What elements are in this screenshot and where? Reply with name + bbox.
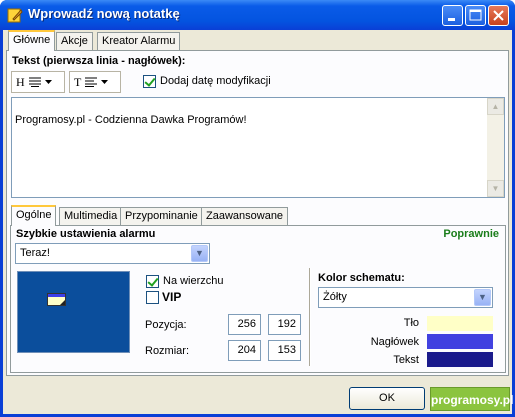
scheme-text-label: Tekst: [393, 354, 419, 366]
client-area: Główne Akcje Kreator Alarmu Tekst (pierw…: [3, 30, 512, 414]
note-pencil-icon: [7, 8, 23, 23]
alarm-select-value: Teraz!: [20, 247, 50, 259]
divider: [309, 268, 311, 366]
window-title: Wprowadź nową notatkę: [28, 6, 180, 21]
scheme-header-swatch[interactable]: [427, 334, 493, 349]
minimize-icon: [448, 18, 455, 21]
position-label: Pozycja:: [145, 319, 187, 331]
close-button[interactable]: [488, 5, 509, 26]
chevron-down-icon[interactable]: ▼: [191, 245, 208, 262]
size-height-input[interactable]: 153: [268, 340, 301, 361]
on-top-checkbox[interactable]: [146, 275, 159, 288]
scheme-text-swatch[interactable]: [427, 352, 493, 367]
scheme-heading: Kolor schematu:: [318, 272, 405, 284]
scheme-header-label: Nagłówek: [370, 336, 419, 348]
watermark-logo: programosy.pl: [430, 387, 513, 411]
scheme-bg-label: Tło: [403, 317, 419, 329]
chevron-down-icon[interactable]: ▼: [474, 289, 491, 306]
ok-button[interactable]: OK: [349, 387, 425, 410]
add-date-checkbox[interactable]: [143, 75, 156, 88]
main-tab-panel: Tekst (pierwsza linia - nagłówek): H T D…: [6, 50, 509, 376]
size-width-input[interactable]: 204: [228, 340, 261, 361]
position-y-input[interactable]: 192: [268, 314, 301, 335]
maximize-icon: [469, 9, 482, 21]
subtab-zaawansowane[interactable]: Zaawansowane: [201, 207, 289, 226]
chevron-down-icon: [44, 79, 52, 84]
alarm-status: Poprawnie: [443, 228, 499, 240]
note-window: Wprowadź nową notatkę Główne Akcje Kreat…: [0, 0, 515, 417]
scheme-select-value: Żółty: [323, 291, 347, 303]
minimize-button[interactable]: [442, 5, 463, 26]
scroll-down-icon[interactable]: ▼: [487, 180, 504, 197]
subtab-ogolne[interactable]: Ogólne: [11, 205, 57, 226]
tab-glowne[interactable]: Główne: [8, 30, 56, 51]
text-heading: Tekst (pierwsza linia - nagłówek):: [12, 55, 186, 67]
scroll-up-icon[interactable]: ▲: [487, 98, 504, 115]
vip-label: VIP: [162, 290, 182, 304]
add-date-label: Dodaj datę modyfikacji: [160, 75, 271, 87]
chevron-down-icon: [101, 79, 109, 84]
title-bar[interactable]: Wprowadź nową notatkę: [0, 0, 515, 30]
position-x-input[interactable]: 256: [228, 314, 261, 335]
align-lines-icon: [28, 77, 41, 87]
tab-akcje[interactable]: Akcje: [56, 32, 93, 51]
mini-note-icon: [47, 293, 66, 306]
text-scrollbar[interactable]: ▲ ▼: [487, 98, 504, 197]
scheme-select[interactable]: Żółty ▼: [318, 287, 493, 308]
subtab-przypominanie[interactable]: Przypominanie: [120, 207, 203, 226]
alarm-heading: Szybkie ustawienia alarmu: [16, 228, 156, 240]
header-format-button[interactable]: H: [11, 71, 65, 93]
subtab-multimedia[interactable]: Multimedia: [59, 207, 123, 226]
size-label: Rozmiar:: [145, 345, 190, 357]
close-icon: [493, 10, 504, 21]
vip-checkbox[interactable]: [146, 291, 159, 304]
text-format-letter: T: [74, 74, 82, 89]
note-text-area[interactable]: Programosy.pl - Codzienna Dawka Programó…: [11, 97, 505, 198]
note-preview: [17, 271, 130, 353]
on-top-label: Na wierzchu: [163, 275, 224, 287]
header-format-letter: H: [16, 74, 25, 89]
text-format-button[interactable]: T: [69, 71, 121, 93]
maximize-button[interactable]: [465, 5, 486, 26]
tab-kreator-alarmu[interactable]: Kreator Alarmu: [97, 32, 181, 51]
sub-tab-panel: Szybkie ustawienia alarmu Poprawnie Tera…: [10, 225, 506, 373]
alarm-select[interactable]: Teraz! ▼: [15, 243, 210, 264]
align-lines-icon: [85, 77, 98, 87]
note-text: Programosy.pl - Codzienna Dawka Programó…: [15, 114, 247, 126]
scheme-bg-swatch[interactable]: [427, 316, 493, 331]
